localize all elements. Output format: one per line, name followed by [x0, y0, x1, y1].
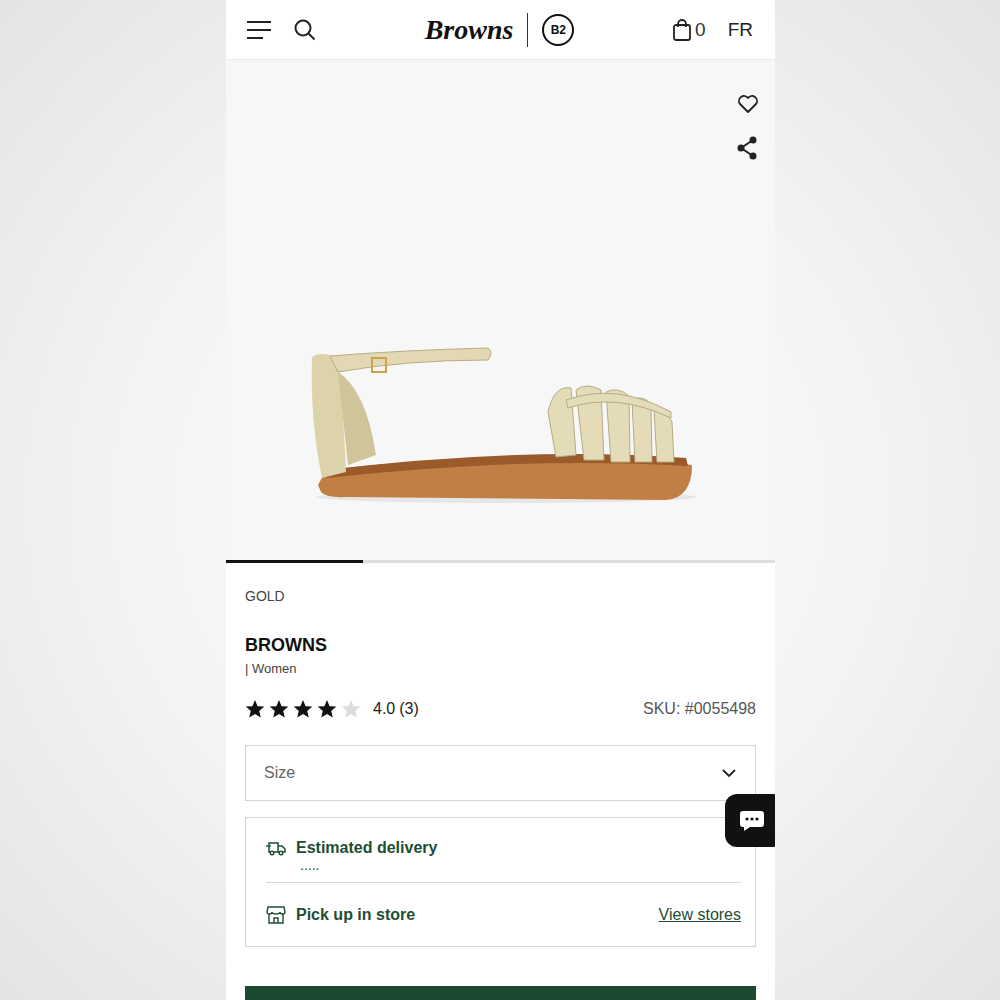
truck-icon [266, 840, 286, 856]
logo-text: Browns [425, 14, 514, 46]
gallery-progress-fill [226, 560, 363, 563]
share-icon[interactable] [736, 136, 758, 160]
chat-button[interactable] [725, 794, 775, 847]
rating-value: 4.0 [373, 700, 395, 718]
product-image [226, 60, 775, 560]
view-stores-link[interactable]: View stores [659, 906, 741, 924]
bag-icon [673, 19, 691, 41]
rating-row: 4.0(3) SKU: #0055498 [245, 697, 756, 721]
pickup-title: Pick up in store [296, 905, 415, 925]
product-color: GOLD [245, 587, 756, 605]
cart-count: 0 [695, 19, 706, 41]
product-gallery[interactable] [226, 60, 775, 560]
star-icon [293, 699, 313, 719]
delivery-title: Estimated delivery [296, 838, 437, 858]
divider [266, 882, 741, 883]
delivery-value: ..... [300, 858, 741, 872]
mobile-screen: Browns B2 0 FR GOLD BROWNS | Women 4.0(3) SKU: #… [226, 0, 775, 1000]
logo[interactable]: Browns B2 [425, 13, 575, 47]
add-to-cart-button[interactable] [245, 986, 756, 1000]
product-brand: BROWNS [245, 634, 756, 656]
pick-up-in-store: Pick up in store View stores [266, 883, 741, 946]
cart-button[interactable]: 0 [673, 19, 706, 41]
size-select[interactable]: Size [245, 745, 756, 801]
delivery-box: Estimated delivery..... Pick up in store V… [245, 817, 756, 947]
sub-logo: B2 [542, 14, 574, 46]
star-icon [245, 699, 265, 719]
size-placeholder: Size [264, 764, 295, 782]
language-switch[interactable]: FR [728, 19, 753, 41]
star-icon [317, 699, 337, 719]
rating-stars[interactable]: 4.0(3) [245, 699, 419, 719]
chat-icon [739, 809, 765, 833]
search-icon[interactable] [294, 19, 316, 41]
heart-icon[interactable] [737, 94, 759, 114]
logo-divider [527, 13, 528, 47]
gallery-progress [226, 560, 775, 563]
product-category: | Women [245, 661, 756, 677]
star-icon [269, 699, 289, 719]
product-info: GOLD BROWNS | Women 4.0(3) SKU: #0055498 Size… [226, 587, 775, 1000]
chevron-down-icon [721, 768, 737, 778]
store-icon [266, 906, 286, 924]
product-sku: SKU: #0055498 [643, 700, 756, 718]
estimated-delivery: Estimated delivery..... [266, 818, 741, 882]
header: Browns B2 0 FR [226, 0, 775, 60]
page: Browns B2 0 FR GOLD BROWNS | Women 4.0(3) SKU: #… [0, 0, 1000, 1000]
star-icon [341, 699, 361, 719]
review-count[interactable]: (3) [399, 700, 419, 718]
menu-icon[interactable] [246, 20, 272, 40]
